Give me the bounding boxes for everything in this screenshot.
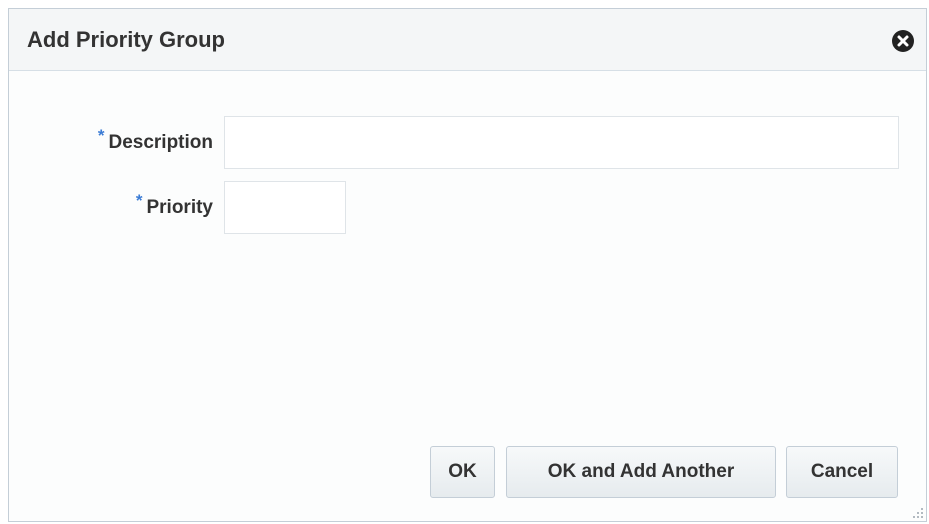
priority-label: * Priority (9, 191, 213, 219)
description-input[interactable] (224, 116, 899, 169)
dialog-header: Add Priority Group (9, 9, 926, 71)
dialog-title: Add Priority Group (27, 27, 225, 52)
priority-label-text: Priority (146, 196, 213, 218)
ok-button[interactable]: OK (430, 446, 495, 498)
required-marker: * (97, 125, 105, 145)
description-label-text: Description (108, 131, 213, 153)
close-icon[interactable] (892, 30, 914, 52)
cancel-button[interactable]: Cancel (786, 446, 898, 498)
priority-input[interactable] (224, 181, 346, 234)
required-marker: * (135, 190, 143, 210)
ok-and-add-another-button[interactable]: OK and Add Another (506, 446, 776, 498)
add-priority-group-dialog: Add Priority Group * Description * Priorit… (8, 8, 927, 522)
description-row: * Description (9, 116, 899, 169)
description-label: * Description (9, 126, 213, 154)
priority-row: * Priority (9, 181, 346, 234)
resize-grip-icon[interactable] (912, 507, 924, 519)
